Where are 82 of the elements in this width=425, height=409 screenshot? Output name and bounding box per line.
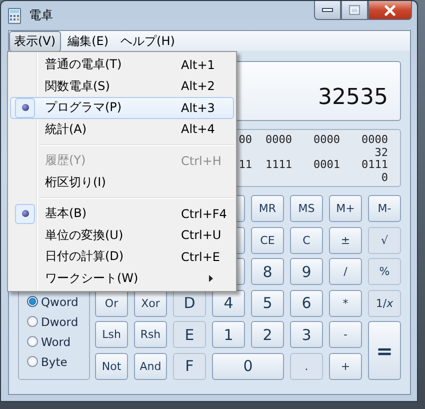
menu-shortcut: Ctrl+H bbox=[181, 154, 222, 168]
calculator-key[interactable]: = bbox=[368, 321, 401, 380]
calculator-icon bbox=[8, 8, 21, 24]
calculator-key[interactable]: MS bbox=[290, 195, 323, 222]
calculator-key[interactable]: C bbox=[290, 226, 323, 254]
calculator-key[interactable]: + bbox=[329, 352, 362, 380]
calculator-key[interactable]: * bbox=[329, 290, 362, 317]
menu-item-label: プログラマ(P) bbox=[45, 99, 122, 116]
bit-position: 0 bbox=[381, 170, 388, 184]
calculator-key[interactable]: M+ bbox=[329, 195, 362, 222]
close-button[interactable] bbox=[368, 1, 412, 20]
menu-item-label: 統計(A) bbox=[45, 120, 87, 138]
display-value: 32535 bbox=[318, 85, 388, 110]
calculator-key[interactable]: Lsh bbox=[95, 321, 128, 348]
calculator-key[interactable]: 2 bbox=[251, 321, 284, 348]
calculator-key[interactable]: Rsh bbox=[134, 321, 167, 348]
radio-label: Word bbox=[41, 334, 71, 349]
menu-item-label: 桁区切り(I) bbox=[45, 174, 106, 191]
menu-item[interactable]: 普通の電卓(T) Alt+1 bbox=[10, 54, 234, 76]
menu-item-label: 基本(B) bbox=[45, 205, 87, 222]
menu-item[interactable]: 関数電卓(S) Alt+2 bbox=[10, 76, 234, 97]
menu-item-label: 単位の変換(U) bbox=[45, 226, 124, 244]
word-size-radio[interactable]: Dword bbox=[27, 314, 89, 330]
menu-item-label: 関数電卓(S) bbox=[45, 78, 110, 95]
binary-digits: 11 bbox=[238, 159, 252, 172]
word-size-radio[interactable]: Word bbox=[27, 334, 89, 350]
calculator-key[interactable]: CE bbox=[251, 226, 284, 254]
calculator-key[interactable]: - bbox=[329, 321, 362, 348]
menu-item[interactable]: 日付の計算(D) Ctrl+E bbox=[10, 246, 234, 268]
word-size-radio[interactable]: Qword bbox=[27, 294, 89, 310]
calculator-key[interactable]: / bbox=[329, 258, 362, 286]
minimize-icon bbox=[322, 8, 333, 12]
minimize-button[interactable] bbox=[314, 1, 341, 20]
radio-label: Qword bbox=[41, 294, 78, 309]
maximize-button[interactable] bbox=[341, 1, 368, 20]
menu-shortcut: Alt+4 bbox=[181, 122, 215, 136]
menu-item-label: 日付の計算(D) bbox=[45, 248, 124, 266]
calculator-key[interactable]: 0 bbox=[212, 352, 284, 380]
calculator-key[interactable]: MR bbox=[251, 195, 284, 222]
binary-digits: 1111 bbox=[264, 159, 292, 172]
calculator-key[interactable]: 5 bbox=[251, 290, 284, 317]
binary-digits: 0001 bbox=[312, 159, 340, 172]
menu-item[interactable]: 単位の変換(U) Ctrl+U bbox=[10, 224, 234, 246]
close-icon bbox=[384, 4, 396, 16]
menu-bar-item[interactable]: 編集(E) bbox=[62, 30, 114, 52]
window-title: 電卓 bbox=[29, 7, 53, 24]
menu-item-label: ワークシート(W) bbox=[45, 270, 138, 287]
binary-digits: 0000 bbox=[360, 134, 388, 146]
menu-bar-item[interactable]: ヘルプ(H) bbox=[116, 30, 180, 52]
menu-shortcut: Ctrl+E bbox=[181, 250, 220, 264]
menu-item[interactable]: 統計(A) Alt+4 bbox=[10, 118, 234, 140]
calculator-key[interactable]: 9 bbox=[290, 258, 323, 286]
menu-item[interactable]: プログラマ(P) Alt+3 bbox=[10, 97, 234, 118]
menu-shortcut: Alt+2 bbox=[181, 79, 215, 94]
calculator-key[interactable]: 4 bbox=[212, 290, 245, 317]
calculator-key[interactable]: 1 bbox=[212, 321, 245, 348]
calculator-key[interactable]: And bbox=[134, 352, 167, 380]
menu-item[interactable]: 桁区切り(I) bbox=[10, 172, 234, 193]
binary-digits: 0000 bbox=[264, 134, 292, 146]
binary-digits: 0111 bbox=[360, 159, 388, 172]
calculator-key[interactable]: 3 bbox=[290, 321, 323, 348]
radio-label: Byte bbox=[41, 354, 68, 369]
binary-digits: 00 bbox=[238, 134, 252, 146]
word-size-radio[interactable]: Byte bbox=[27, 354, 89, 370]
menu-shortcut: Ctrl+U bbox=[181, 228, 222, 242]
maximize-icon bbox=[349, 5, 360, 15]
calculator-key[interactable]: 6 bbox=[290, 290, 323, 317]
menu-item[interactable]: 基本(B) Ctrl+F4 bbox=[10, 203, 234, 224]
bit-position: 32 bbox=[374, 146, 388, 158]
menu-shortcut: Alt+3 bbox=[181, 100, 215, 115]
calculator-key[interactable]: Not bbox=[95, 352, 128, 380]
calculator-key[interactable]: 8 bbox=[251, 258, 284, 286]
radio-label: Dword bbox=[41, 314, 78, 329]
binary-digits: 0000 bbox=[312, 134, 340, 146]
menu-shortcut: Alt+1 bbox=[181, 58, 215, 72]
calculator-key[interactable]: ± bbox=[329, 226, 362, 254]
menu-item-label: 普通の電卓(T) bbox=[45, 56, 122, 74]
calculator-key[interactable]: M- bbox=[368, 195, 401, 222]
menu-item-label: 履歴(Y) bbox=[45, 152, 86, 170]
menu-shortcut: Ctrl+F4 bbox=[181, 206, 227, 221]
menu-item[interactable]: ワークシート(W) bbox=[10, 268, 234, 289]
menu-bar-item[interactable]: 表示(V) bbox=[9, 30, 61, 52]
